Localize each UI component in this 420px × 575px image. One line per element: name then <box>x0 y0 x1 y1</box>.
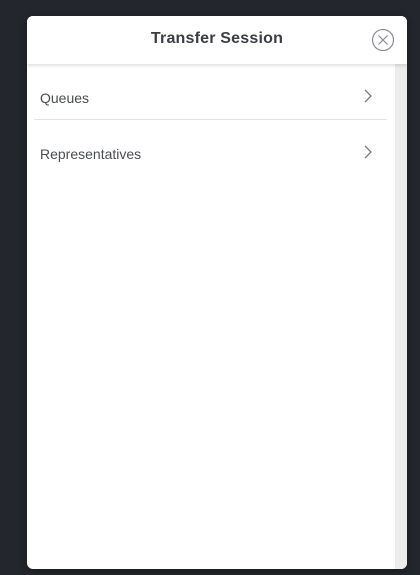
scrollbar-track[interactable] <box>395 64 407 569</box>
chevron-right-icon <box>364 145 372 159</box>
list-item-representatives[interactable]: Representatives <box>27 120 395 176</box>
list-item-queues[interactable]: Queues <box>27 64 395 120</box>
transfer-options-list: Queues Representatives <box>27 64 395 176</box>
dialog-header: Transfer Session <box>27 16 407 64</box>
dialog-title: Transfer Session <box>150 30 284 47</box>
transfer-session-dialog: Transfer Session Queues Representatives <box>27 16 407 569</box>
list-item-label: Queues <box>40 90 90 106</box>
close-circle-icon <box>371 28 395 52</box>
list-item-label: Representatives <box>40 146 142 162</box>
chevron-right-icon <box>364 89 372 103</box>
close-button[interactable] <box>371 28 395 52</box>
